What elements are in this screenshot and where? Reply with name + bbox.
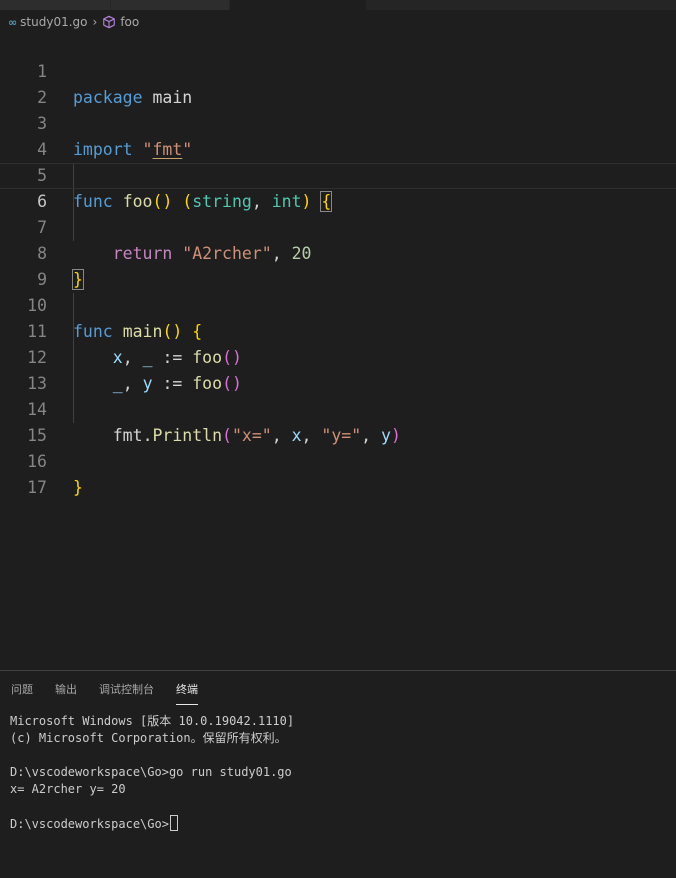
line-number: 17 <box>27 478 47 497</box>
code-line[interactable]: 11 x, _ := foo() <box>0 293 676 367</box>
terminal-line: D:\vscodeworkspace\Go>go run study01.go <box>10 765 292 779</box>
code-line[interactable]: 2 <box>0 59 676 107</box>
tab-terminal[interactable]: 终端 <box>165 671 209 707</box>
terminal[interactable]: Microsoft Windows [版本 10.0.19042.1110] (… <box>10 713 668 832</box>
panel-tabs: 问题 输出 调试控制台 终端 <box>0 671 676 707</box>
tab-debug-console[interactable]: 调试控制台 <box>88 671 165 707</box>
code-line[interactable]: 3 import "fmt" <box>0 85 676 159</box>
breadcrumb-symbol[interactable]: foo <box>120 15 139 29</box>
code-line[interactable]: 8 } <box>0 215 676 290</box>
code-line[interactable]: 16 } <box>0 423 676 497</box>
breadcrumb-file[interactable]: study01.go <box>20 15 87 29</box>
terminal-prompt: D:\vscodeworkspace\Go> <box>10 817 169 831</box>
code-line[interactable]: 1 package main <box>0 33 676 107</box>
breadcrumb: ∞ study01.go › foo <box>8 12 139 32</box>
terminal-line: x= A2rcher y= 20 <box>10 782 126 796</box>
code-line[interactable]: 15 <box>0 397 676 445</box>
code-editor[interactable]: 1 package main 2 3 import "fmt" 4 5 func… <box>0 33 676 670</box>
code-line[interactable]: 4 <box>0 111 676 159</box>
go-file-icon: ∞ <box>8 15 17 29</box>
code-line[interactable]: 13 <box>0 345 676 393</box>
code-line[interactable]: 10 func main() { <box>0 267 676 341</box>
tab-output[interactable]: 输出 <box>44 671 88 707</box>
code-line[interactable]: 17 <box>0 449 676 497</box>
code-line-current[interactable]: 6 <box>0 163 676 211</box>
chevron-right-icon: › <box>92 15 98 29</box>
editor-tab-active[interactable] <box>230 0 367 10</box>
code-line[interactable]: 14 fmt.Println("x=", x, "y=", y) <box>0 371 676 445</box>
bottom-panel: 问题 输出 调试控制台 终端 Microsoft Windows [版本 10.… <box>0 670 676 878</box>
editor-tab[interactable] <box>0 0 111 10</box>
terminal-line: Microsoft Windows [版本 10.0.19042.1110] <box>10 714 295 728</box>
terminal-prompt-line: D:\vscodeworkspace\Go> <box>10 815 668 832</box>
tab-problems[interactable]: 问题 <box>0 671 44 707</box>
terminal-cursor <box>169 815 178 831</box>
cube-icon <box>103 15 116 29</box>
editor-tab[interactable] <box>111 0 229 10</box>
code-line[interactable]: 7 return "A2rcher", 20 <box>0 189 676 263</box>
code-line[interactable]: 12 _, y := foo() <box>0 319 676 393</box>
code-line[interactable]: 9 <box>0 241 676 289</box>
code-line[interactable]: 5 func foo() (string, int) { <box>0 137 676 212</box>
brace: } <box>73 478 83 497</box>
editor-tab-strip <box>0 0 676 10</box>
terminal-line: (c) Microsoft Corporation。保留所有权利。 <box>10 731 287 745</box>
